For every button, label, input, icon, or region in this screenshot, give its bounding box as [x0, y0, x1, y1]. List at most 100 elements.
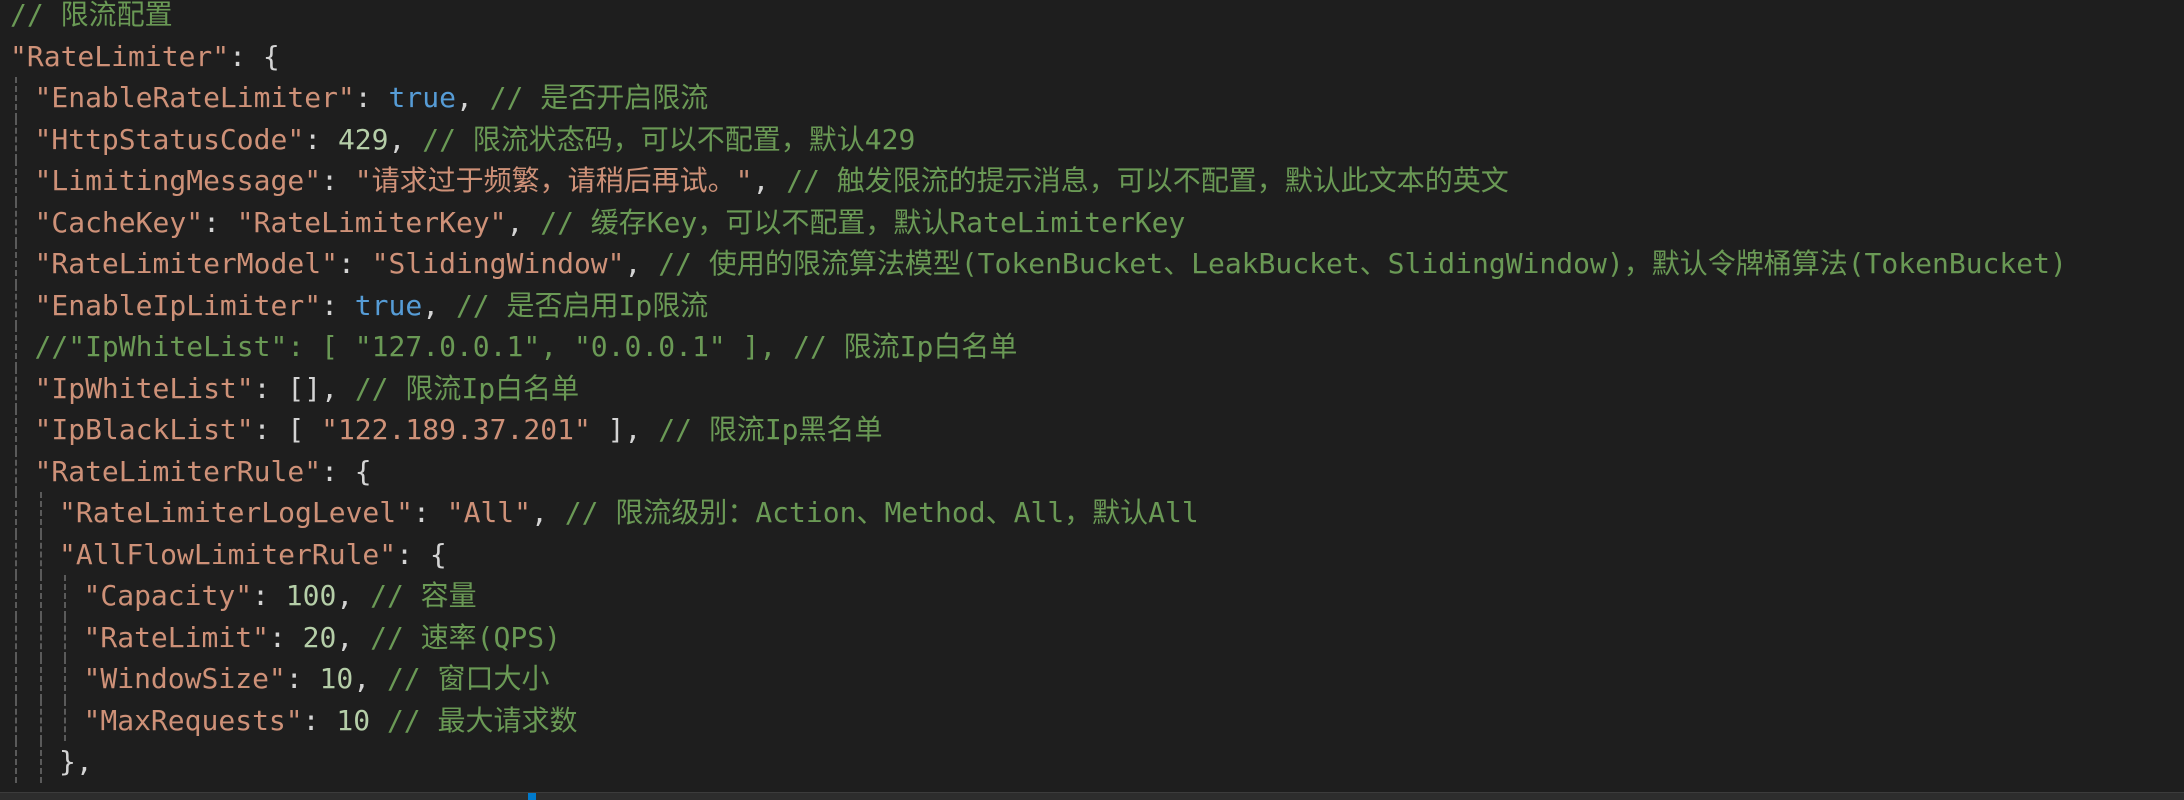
indent-guide: [15, 450, 17, 492]
code-text: "EnableRateLimiter": true, // 是否开启限流: [35, 77, 709, 119]
code-text: "IpWhiteList": [], // 限流Ip白名单: [35, 368, 580, 410]
code-token: true: [388, 81, 456, 114]
indent-guide: [15, 741, 17, 783]
indent-guide: [15, 118, 17, 160]
code-token: : {: [321, 454, 372, 488]
code-line[interactable]: "RateLimiterRule": {: [0, 450, 2184, 493]
code-token: true: [354, 288, 423, 322]
code-token: :: [354, 81, 389, 114]
code-token: // 限流Ip白名单: [354, 371, 580, 405]
code-token: "LimitingMessage": [34, 164, 322, 197]
code-token: // 限流状态码，可以不配置，默认429: [422, 122, 916, 156]
code-text: "IpBlackList": [ "122.189.37.201" ], // …: [35, 409, 883, 451]
indent-guide: [39, 492, 42, 534]
code-text: // 限流配置: [10, 0, 173, 36]
code-line[interactable]: "CacheKey": "RateLimiterKey", // 缓存Key，可…: [0, 201, 2184, 244]
code-token: ,: [422, 288, 456, 322]
code-line[interactable]: "Capacity": 100, // 容量: [0, 575, 2184, 617]
code-token: ,: [336, 620, 371, 654]
code-token: ,: [388, 122, 423, 156]
code-text: "LimitingMessage": "请求过于频繁，请稍后再试。", // 触…: [35, 160, 1509, 202]
code-text: "RateLimiter": {: [10, 36, 280, 78]
code-line[interactable]: "EnableRateLimiter": true, // 是否开启限流: [0, 77, 2184, 119]
indent-guide: [64, 575, 66, 617]
code-token: :: [337, 247, 372, 280]
code-token: "IpBlackList": [34, 413, 254, 446]
code-token: "RateLimiterRule": [34, 454, 322, 488]
indent-guide: [64, 699, 66, 741]
code-token: "122.189.37.201": [321, 413, 591, 446]
code-token: :: [285, 662, 320, 695]
code-token: : [],: [253, 371, 355, 405]
code-token: "Capacity": [83, 579, 253, 612]
code-token: :: [203, 205, 237, 239]
code-token: "HttpStatusCode": [34, 122, 305, 156]
indent-guide: [39, 533, 42, 575]
code-line[interactable]: "MaxRequests": 10 // 最大请求数: [0, 699, 2184, 741]
indent-guide: [15, 326, 17, 368]
indent-guide: [39, 658, 42, 700]
code-token: // 触发限流的提示消息，可以不配置，默认此文本的英文: [786, 164, 1509, 197]
code-line[interactable]: "IpBlackList": [ "122.189.37.201" ], // …: [0, 409, 2184, 451]
code-text: "RateLimiterLogLevel": "All", // 限流级别：Ac…: [59, 492, 1199, 534]
code-line[interactable]: "RateLimiter": {: [0, 36, 2184, 78]
code-token: },: [59, 745, 93, 778]
indent-guide: [64, 616, 66, 658]
code-token: ,: [531, 496, 565, 529]
code-text: "CacheKey": "RateLimiterKey", // 缓存Key，可…: [35, 202, 1186, 244]
code-token: : {: [396, 537, 447, 571]
code-line[interactable]: "WindowSize": 10, // 窗口大小: [0, 658, 2184, 700]
code-token: // 最大请求数: [386, 703, 578, 737]
code-editor[interactable]: // 限流配置 "RateLimiter": {"EnableRateLimite…: [0, 0, 2184, 792]
code-token: "WindowSize": [83, 662, 286, 695]
code-token: // 限流级别：Action、Method、All，默认All: [564, 496, 1199, 529]
code-token: 100: [285, 579, 337, 612]
indent-guide: [39, 616, 42, 658]
code-token: :: [302, 703, 337, 737]
indent-guide: [15, 616, 17, 658]
code-token: ,: [336, 579, 371, 612]
code-text: "RateLimiterRule": {: [35, 451, 372, 493]
code-line[interactable]: "RateLimiterLogLevel": "All", // 限流级别：Ac…: [0, 492, 2184, 534]
code-token: ,: [624, 247, 659, 280]
code-line[interactable]: //"IpWhiteList": [ "127.0.0.1", "0.0.0.1…: [0, 326, 2184, 368]
code-line[interactable]: // 限流配置: [0, 0, 2184, 36]
code-line[interactable]: "RateLimiterModel": "SlidingWindow", // …: [0, 243, 2184, 285]
code-token: "MaxRequests": [83, 703, 303, 737]
code-token: ,: [353, 662, 387, 695]
code-token: 429: [337, 122, 389, 156]
indent-guide: [39, 741, 42, 783]
code-text: "Capacity": 100, // 容量: [84, 575, 477, 617]
indent-guide: [15, 409, 17, 451]
code-line[interactable]: },: [0, 741, 2184, 783]
code-token: "EnableIpLimiter": [34, 288, 322, 322]
code-text: "RateLimiterModel": "SlidingWindow", // …: [35, 243, 2067, 285]
code-token: :: [321, 164, 355, 197]
code-text: "WindowSize": 10, // 窗口大小: [84, 658, 550, 700]
indent-guide: [64, 658, 66, 700]
code-token: // 使用的限流算法模型(TokenBucket、LeakBucket、Slid…: [658, 247, 2067, 280]
code-line[interactable]: "AllFlowLimiterRule": {: [0, 533, 2184, 575]
code-text: "HttpStatusCode": 429, // 限流状态码，可以不配置，默认…: [35, 119, 916, 161]
code-token: // 容量: [370, 579, 477, 612]
code-line[interactable]: "LimitingMessage": "请求过于频繁，请稍后再试。", // 触…: [0, 160, 2184, 202]
code-token: ,: [506, 205, 541, 239]
code-text: "EnableIpLimiter": true, // 是否启用Ip限流: [35, 285, 709, 327]
code-line[interactable]: "RateLimit": 20, // 速率(QPS): [0, 616, 2184, 658]
code-line[interactable]: "EnableIpLimiter": true, // 是否启用Ip限流: [0, 284, 2184, 327]
indent-guide: [39, 575, 42, 617]
indent-guide: [15, 492, 17, 534]
code-token: // 缓存Key，可以不配置，默认RateLimiterKey: [540, 205, 1186, 239]
code-token: "AllFlowLimiterRule": [59, 537, 397, 571]
code-line[interactable]: "HttpStatusCode": 429, // 限流状态码，可以不配置，默认…: [0, 118, 2184, 161]
indent-guide: [15, 284, 17, 326]
code-token: : {: [229, 39, 280, 73]
code-token: :: [252, 579, 286, 612]
indent-guide: [15, 658, 17, 700]
code-token: "RateLimiterLogLevel": [59, 496, 414, 529]
code-text: //"IpWhiteList": [ "127.0.0.1", "0.0.0.1…: [35, 326, 1018, 368]
code-token: 10: [319, 662, 354, 695]
code-token: "RateLimiterModel": [34, 247, 338, 280]
code-token: 20: [302, 620, 337, 654]
code-line[interactable]: "IpWhiteList": [], // 限流Ip白名单: [0, 367, 2184, 410]
